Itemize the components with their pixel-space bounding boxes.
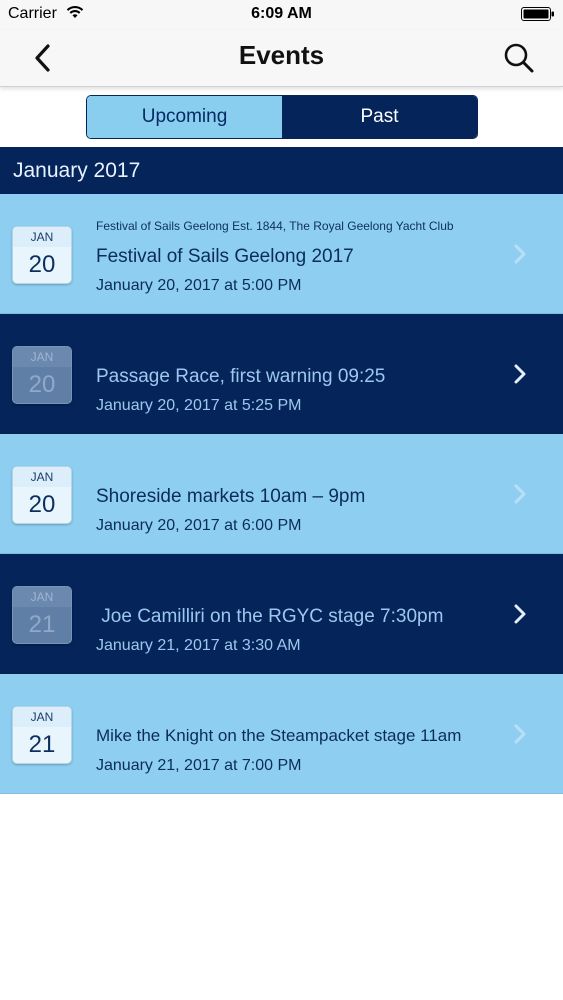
badge-day: 20 (28, 371, 56, 398)
nav-bar: Events (0, 30, 563, 87)
tab-past[interactable]: Past (282, 96, 477, 138)
event-title: Shoreside markets 10am – 9pm (96, 486, 366, 507)
event-row[interactable]: JAN 20 Festival of Sails Geelong Est. 18… (0, 194, 563, 314)
event-row[interactable]: JAN 20 Shoreside markets 10am – 9pm Janu… (0, 434, 563, 554)
search-button[interactable] (498, 38, 540, 78)
badge-day: 20 (28, 491, 56, 518)
chevron-right-icon (514, 364, 526, 384)
event-date: January 21, 2017 at 7:00 PM (96, 757, 302, 774)
badge-month: JAN (13, 227, 71, 247)
chevron-right-icon (514, 724, 526, 744)
tab-upcoming[interactable]: Upcoming (87, 96, 282, 138)
event-title: Passage Race, first warning 09:25 (96, 366, 386, 387)
chevron-right-icon (514, 244, 526, 264)
date-badge: JAN 20 (12, 226, 72, 284)
event-date: January 20, 2017 at 6:00 PM (96, 517, 302, 534)
badge-month: JAN (13, 587, 71, 607)
event-row[interactable]: JAN 21 Joe Camilliri on the RGYC stage 7… (0, 554, 563, 674)
chevron-right-icon (514, 604, 526, 624)
date-badge: JAN 21 (12, 586, 72, 644)
search-icon (504, 43, 534, 73)
event-title: Mike the Knight on the Steampacket stage… (96, 726, 462, 745)
chevron-right-icon (514, 484, 526, 504)
date-badge: JAN 20 (12, 466, 72, 524)
status-bar: Carrier 6:09 AM (0, 0, 563, 30)
battery-icon (521, 7, 554, 21)
event-row[interactable]: JAN 20 Passage Race, first warning 09:25… (0, 314, 563, 434)
badge-day: 21 (28, 731, 56, 758)
section-header: January 2017 (0, 147, 563, 194)
event-date: January 21, 2017 at 3:30 AM (96, 637, 301, 654)
page-title: Events (238, 40, 325, 70)
event-list: JAN 20 Festival of Sails Geelong Est. 18… (0, 194, 563, 794)
badge-month: JAN (13, 467, 71, 487)
event-date: January 20, 2017 at 5:00 PM (96, 277, 302, 294)
event-organizer: Festival of Sails Geelong Est. 1844, The… (96, 219, 454, 233)
badge-day: 20 (28, 251, 56, 278)
date-badge: JAN 21 (12, 706, 72, 764)
event-date: January 20, 2017 at 5:25 PM (96, 397, 302, 414)
events-segmented-control: Upcoming Past (86, 95, 478, 139)
badge-month: JAN (13, 707, 71, 727)
badge-month: JAN (13, 347, 71, 367)
event-title: Festival of Sails Geelong 2017 (96, 246, 354, 267)
status-time: 6:09 AM (251, 5, 312, 22)
badge-day: 21 (28, 611, 56, 638)
event-title: Joe Camilliri on the RGYC stage 7:30pm (96, 606, 444, 627)
date-badge: JAN 20 (12, 346, 72, 404)
event-row[interactable]: JAN 21 Mike the Knight on the Steampacke… (0, 674, 563, 794)
